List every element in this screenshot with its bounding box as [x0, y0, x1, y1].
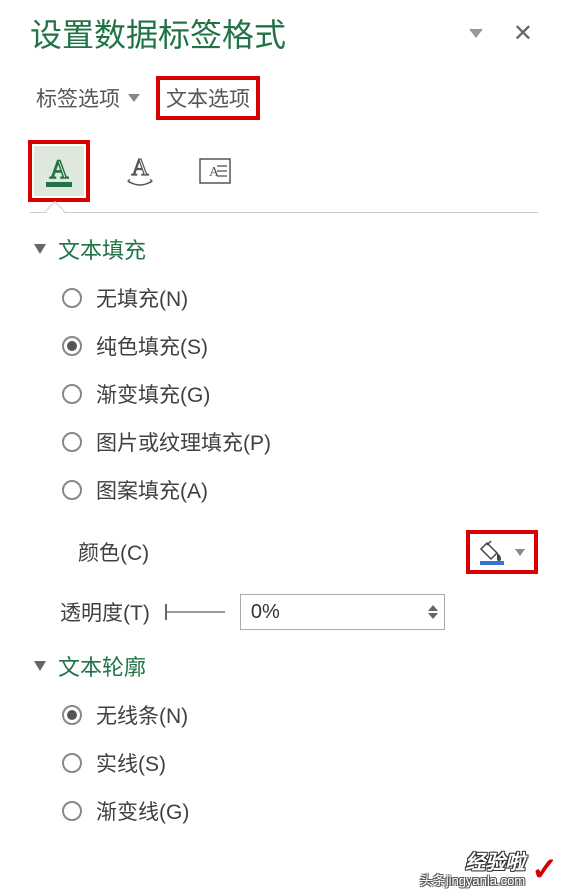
paint-bucket-icon	[479, 539, 507, 565]
transparency-spinner[interactable]: 0%	[240, 594, 445, 630]
radio-icon	[62, 801, 82, 821]
radio-solid-fill[interactable]: 纯色填充(S)	[62, 331, 538, 361]
panel-title: 设置数据标签格式	[30, 10, 286, 56]
section-text-outline-header[interactable]: 文本轮廓	[30, 650, 538, 682]
radio-icon	[62, 753, 82, 773]
radio-picture-fill-label: 图片或纹理填充(P)	[96, 427, 271, 457]
collapse-arrow-icon	[34, 661, 46, 671]
textbox-icon: A	[197, 155, 233, 187]
radio-icon	[62, 384, 82, 404]
collapse-arrow-icon	[34, 244, 46, 254]
watermark-url: 头条jingyanla.com	[420, 874, 526, 888]
radio-icon	[62, 336, 82, 356]
radio-gradient-line-label: 渐变线(G)	[96, 796, 189, 826]
spinner-down-icon[interactable]	[428, 613, 438, 619]
color-label: 颜色(C)	[78, 537, 149, 567]
radio-gradient-fill[interactable]: 渐变填充(G)	[62, 379, 538, 409]
radio-no-fill-label: 无填充(N)	[96, 283, 188, 313]
chevron-down-icon	[515, 549, 525, 556]
svg-text:A: A	[50, 155, 69, 184]
tab-text-options[interactable]: 文本选项	[156, 76, 260, 120]
transparency-slider[interactable]	[165, 611, 225, 613]
text-fill-outline-tab[interactable]: A	[34, 146, 84, 196]
section-text-outline-title: 文本轮廓	[58, 650, 146, 682]
radio-pattern-fill[interactable]: 图案填充(A)	[62, 475, 538, 505]
radio-no-line[interactable]: 无线条(N)	[62, 700, 538, 730]
radio-gradient-fill-label: 渐变填充(G)	[96, 379, 210, 409]
radio-pattern-fill-label: 图案填充(A)	[96, 475, 208, 505]
radio-no-fill[interactable]: 无填充(N)	[62, 283, 538, 313]
tab-label-options-text: 标签选项	[36, 83, 120, 113]
textbox-tab[interactable]: A	[190, 146, 240, 196]
radio-solid-line[interactable]: 实线(S)	[62, 748, 538, 778]
radio-icon	[62, 432, 82, 452]
radio-gradient-line[interactable]: 渐变线(G)	[62, 796, 538, 826]
watermark: 经验啦 头条jingyanla.com ✓	[420, 850, 558, 888]
close-icon[interactable]: ✕	[513, 19, 533, 48]
radio-icon	[62, 288, 82, 308]
spinner-up-icon[interactable]	[428, 605, 438, 611]
text-effects-icon: A	[122, 153, 158, 189]
svg-text:A: A	[131, 155, 149, 181]
text-effects-tab[interactable]: A	[115, 146, 165, 196]
tab-label-options[interactable]: 标签选项	[30, 80, 146, 116]
radio-no-line-label: 无线条(N)	[96, 700, 188, 730]
watermark-title: 经验啦	[420, 852, 526, 874]
tab-text-options-text: 文本选项	[166, 83, 250, 113]
color-picker-button[interactable]	[474, 536, 530, 568]
checkmark-icon: ✓	[531, 850, 558, 888]
svg-text:A: A	[209, 165, 220, 180]
radio-icon	[62, 705, 82, 725]
transparency-label: 透明度(T)	[60, 597, 150, 627]
transparency-value: 0%	[251, 601, 280, 624]
section-text-fill-header[interactable]: 文本填充	[30, 233, 538, 265]
section-text-fill-title: 文本填充	[58, 233, 146, 265]
panel-menu-dropdown[interactable]	[469, 29, 483, 38]
chevron-down-icon	[128, 94, 140, 102]
radio-picture-fill[interactable]: 图片或纹理填充(P)	[62, 427, 538, 457]
radio-icon	[62, 480, 82, 500]
text-fill-icon: A	[42, 154, 76, 188]
radio-solid-line-label: 实线(S)	[96, 748, 166, 778]
radio-solid-fill-label: 纯色填充(S)	[96, 331, 208, 361]
